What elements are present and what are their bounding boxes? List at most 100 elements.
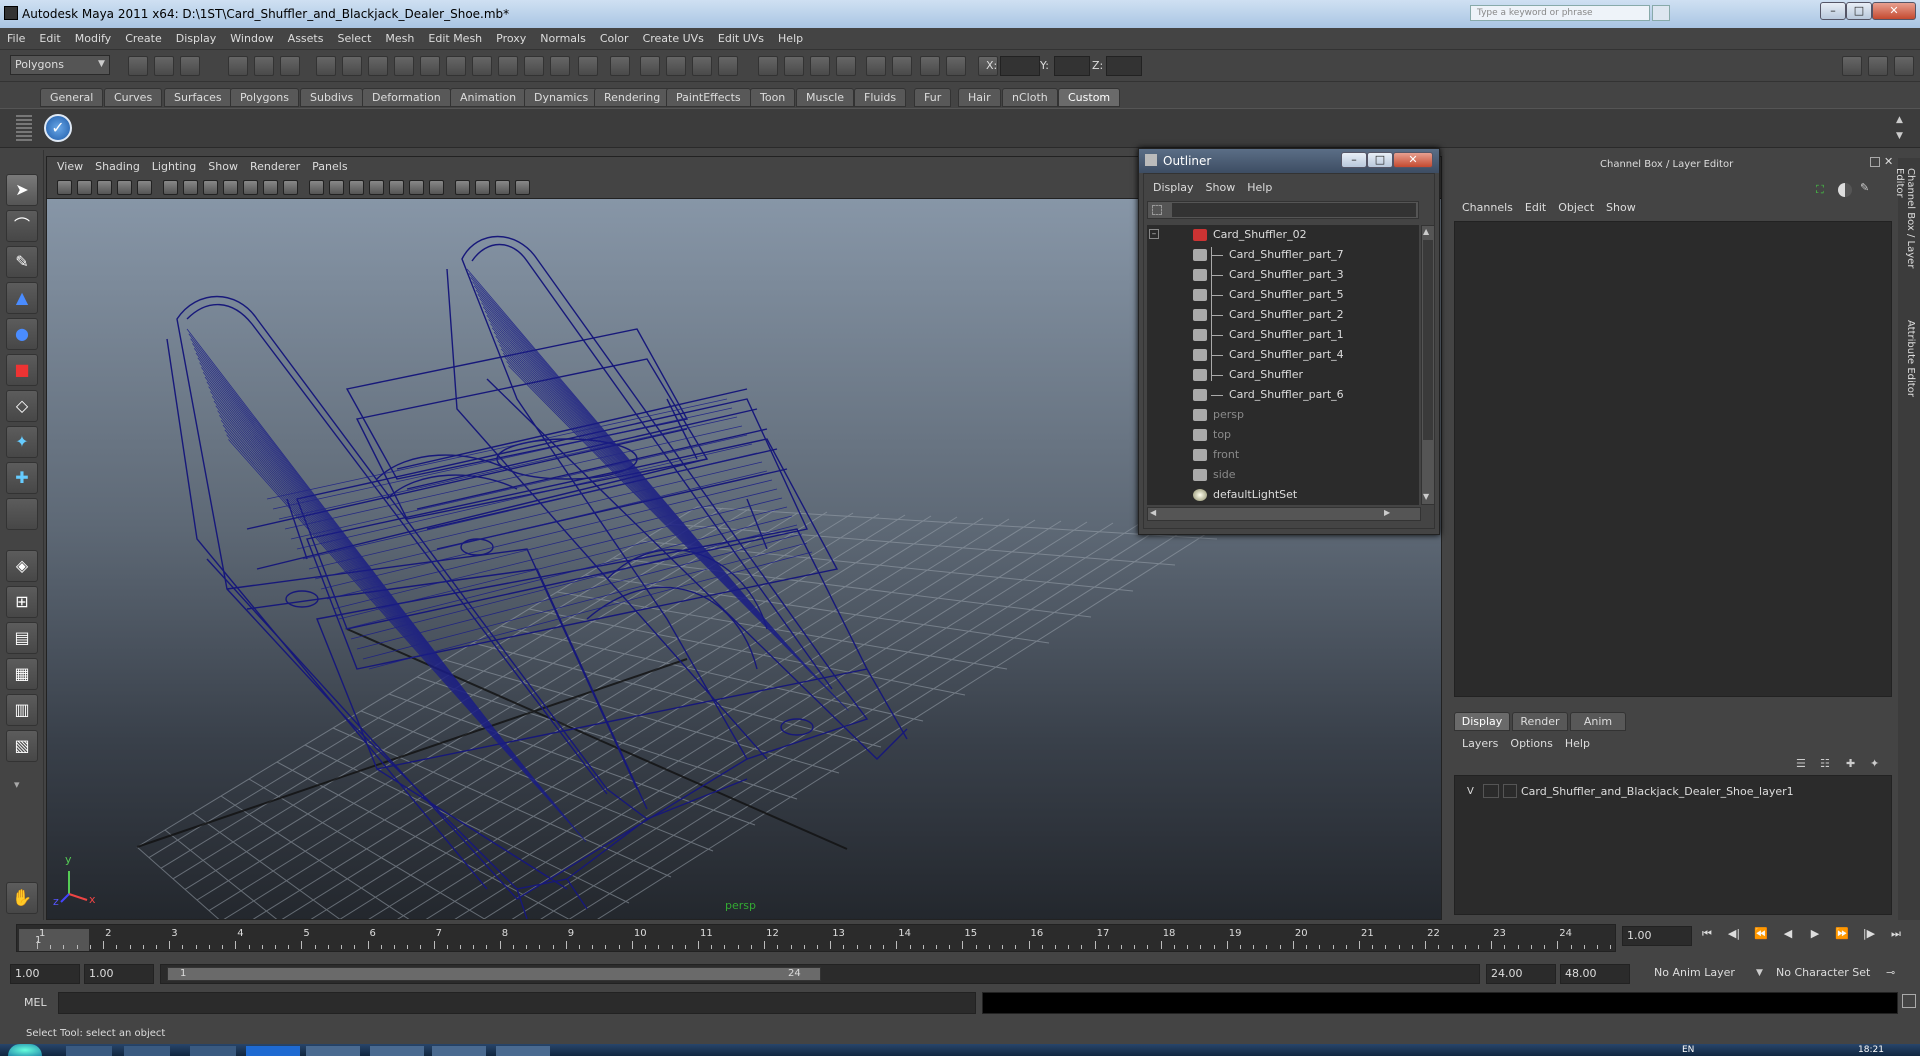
key-channel-icon[interactable]: ⛶ [1816,183,1824,197]
shelf-tab-general[interactable]: General [40,88,104,107]
taskbar-skype-icon[interactable] [432,1046,486,1056]
render-frame-icon[interactable] [692,56,712,76]
resolution-gate-icon[interactable] [203,180,218,195]
menu-mesh[interactable]: Mesh [378,28,421,50]
viewport-menu-renderer[interactable]: Renderer [244,157,306,177]
outliner-item[interactable]: Card_Shuffler_part_1 [1147,325,1419,345]
outliner-item[interactable]: Card_Shuffler_part_3 [1147,265,1419,285]
close-button[interactable]: ✕ [1872,2,1916,20]
menu-modify[interactable]: Modify [68,28,118,50]
menu-set-dropdown[interactable]: Polygons [10,55,110,75]
select-tool-icon[interactable]: ➤ [6,174,38,206]
command-input[interactable] [58,992,976,1014]
step-back-icon[interactable]: ◀| [1725,925,1743,943]
script-editor-icon[interactable] [1902,994,1916,1008]
high-quality-icon[interactable] [429,180,444,195]
outliner-persp-layout-icon[interactable]: ▤ [6,622,38,654]
auto-key-icon[interactable]: ⊸ [1886,966,1895,979]
gate-mask-icon[interactable] [223,180,238,195]
last-tool-icon[interactable] [6,498,38,530]
taskbar-maya-icon[interactable] [306,1046,360,1056]
scroll-down-icon[interactable]: ▼ [1896,131,1903,141]
menu-file[interactable]: File [0,28,32,50]
step-forward-icon[interactable]: |▶ [1860,925,1878,943]
outliner-maximize-button[interactable]: □ [1367,152,1393,168]
layer-add-icon[interactable]: ✚ [1846,757,1855,770]
wireframe-icon[interactable] [309,180,324,195]
playback-end-field[interactable]: 24.00 [1486,964,1556,984]
channel-menu-edit[interactable]: Edit [1519,199,1552,217]
snap-align-icon[interactable] [892,56,912,76]
menu-create[interactable]: Create [118,28,169,50]
shelf-tab-hair[interactable]: Hair [958,88,1001,107]
outliner-item[interactable]: top [1147,425,1419,445]
menu-edit[interactable]: Edit [32,28,67,50]
shelf-tab-deformation[interactable]: Deformation [362,88,451,107]
language-indicator[interactable]: EN [1682,1044,1694,1056]
menu-edit-mesh[interactable]: Edit Mesh [421,28,489,50]
input-ops-icon[interactable] [610,56,630,76]
current-time-field[interactable]: 1.00 [1622,926,1692,946]
scale-tool-icon[interactable]: ■ [6,354,38,386]
snap-together-icon[interactable] [866,56,886,76]
four-pane-layout-icon[interactable]: ⊞ [6,586,38,618]
menu-select[interactable]: Select [330,28,378,50]
new-scene-icon[interactable] [128,56,148,76]
layer-menu-layers[interactable]: Layers [1456,735,1504,753]
end-time-field[interactable]: 48.00 [1560,964,1630,984]
xray-icon[interactable] [475,180,490,195]
select-component-icon[interactable] [280,56,300,76]
outliner-title-bar[interactable]: Outliner – □ ✕ [1139,149,1439,173]
new-layer-icon[interactable]: ☰ [1796,757,1806,770]
taskbar-app-icon[interactable] [124,1046,170,1056]
outliner-item[interactable]: Card_Shuffler_part_2 [1147,305,1419,325]
viewport-menu-show[interactable]: Show [202,157,244,177]
outliner-item[interactable]: front [1147,445,1419,465]
show-manipulator-icon[interactable]: ✚ [6,462,38,494]
step-back-key-icon[interactable]: ⏪ [1752,925,1770,943]
channel-menu-object[interactable]: Object [1552,199,1600,217]
snap-view-icon[interactable] [394,56,414,76]
render-globals-icon[interactable] [758,56,778,76]
taskbar-chrome-icon[interactable] [66,1046,112,1056]
outliner-item[interactable]: Card_Shuffler_part_5 [1147,285,1419,305]
viewport-menu-lighting[interactable]: Lighting [146,157,202,177]
outliner-menu-help[interactable]: Help [1241,179,1278,197]
layer-star-icon[interactable]: ✦ [1870,757,1879,770]
y-coordinate-field[interactable] [1054,56,1090,76]
make-live-icon[interactable] [420,56,440,76]
shelf-tab-painteffects[interactable]: PaintEffects [666,88,751,107]
channel-display-icon[interactable] [1838,183,1852,197]
outliner-item[interactable]: Card_Shuffler [1147,365,1419,385]
layer-color-swatch[interactable] [1503,784,1517,798]
open-scene-icon[interactable] [154,56,174,76]
shelf-tab-surfaces[interactable]: Surfaces [164,88,232,107]
layer-menu-help[interactable]: Help [1559,735,1596,753]
snap-curve-icon[interactable] [342,56,362,76]
custom-layout-icon[interactable]: ▧ [6,730,38,762]
render-view-icon[interactable] [578,56,598,76]
channel-box-side-tab[interactable]: Channel Box / Layer Editor [1894,168,1916,298]
film-gate-icon[interactable] [183,180,198,195]
show-ui-icon[interactable] [810,56,830,76]
grid-icon[interactable] [163,180,178,195]
save-scene-icon[interactable] [180,56,200,76]
outliner-item[interactable]: Card_Shuffler_02 [1147,225,1419,245]
scroll-up-icon[interactable]: ▲ [1423,227,1429,236]
layer-playback-toggle[interactable] [1483,784,1499,798]
camera-attributes-icon[interactable] [77,180,92,195]
paint-select-tool-icon[interactable]: ✎ [6,246,38,278]
float-panel-icon[interactable] [1870,157,1880,167]
image-plane-icon[interactable] [117,180,132,195]
layout-menu-chevron-icon[interactable]: ▾ [14,778,20,791]
quick-layout-icon[interactable]: ✋ [6,882,38,914]
shelf-tab-rendering[interactable]: Rendering [594,88,671,107]
z-coordinate-field[interactable] [1106,56,1142,76]
x-coordinate-field[interactable] [1000,56,1040,76]
scroll-down-icon[interactable]: ▼ [1423,492,1429,501]
outliner-close-button[interactable]: ✕ [1393,152,1433,168]
maya-app-icon[interactable] [4,6,18,20]
display-settings-icon[interactable] [784,56,804,76]
select-hierarchy-icon[interactable] [228,56,248,76]
layer-tab-anim[interactable]: Anim [1570,712,1626,731]
